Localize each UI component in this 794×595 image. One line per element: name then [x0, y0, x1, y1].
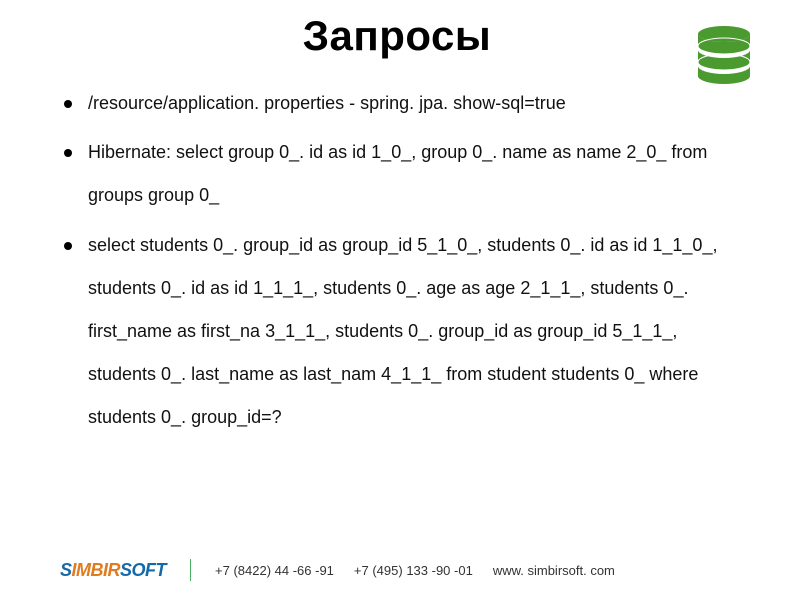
- separator: [190, 559, 191, 581]
- logo: SIMBIRSOFT: [60, 560, 166, 581]
- logo-part: OFT: [132, 560, 167, 581]
- list-item: Hibernate: select group 0_. id as id 1_0…: [60, 131, 734, 217]
- database-icon: [694, 24, 754, 84]
- logo-part: S: [60, 560, 72, 581]
- footer-site: www. simbirsoft. com: [493, 563, 615, 578]
- slide: Запросы /resource/application. propertie…: [0, 12, 794, 595]
- list-item: select students 0_. group_id as group_id…: [60, 224, 734, 440]
- footer-phone-2: +7 (495) 133 -90 -01: [354, 563, 473, 578]
- slide-title: Запросы: [60, 12, 734, 60]
- list-item: /resource/application. properties - spri…: [60, 82, 734, 125]
- footer: SIMBIRSOFT +7 (8422) 44 -66 -91 +7 (495)…: [60, 559, 734, 581]
- bullet-list: /resource/application. properties - spri…: [60, 82, 734, 440]
- logo-part: IMBIR: [72, 560, 121, 581]
- logo-part: S: [120, 560, 132, 581]
- footer-phone-1: +7 (8422) 44 -66 -91: [215, 563, 334, 578]
